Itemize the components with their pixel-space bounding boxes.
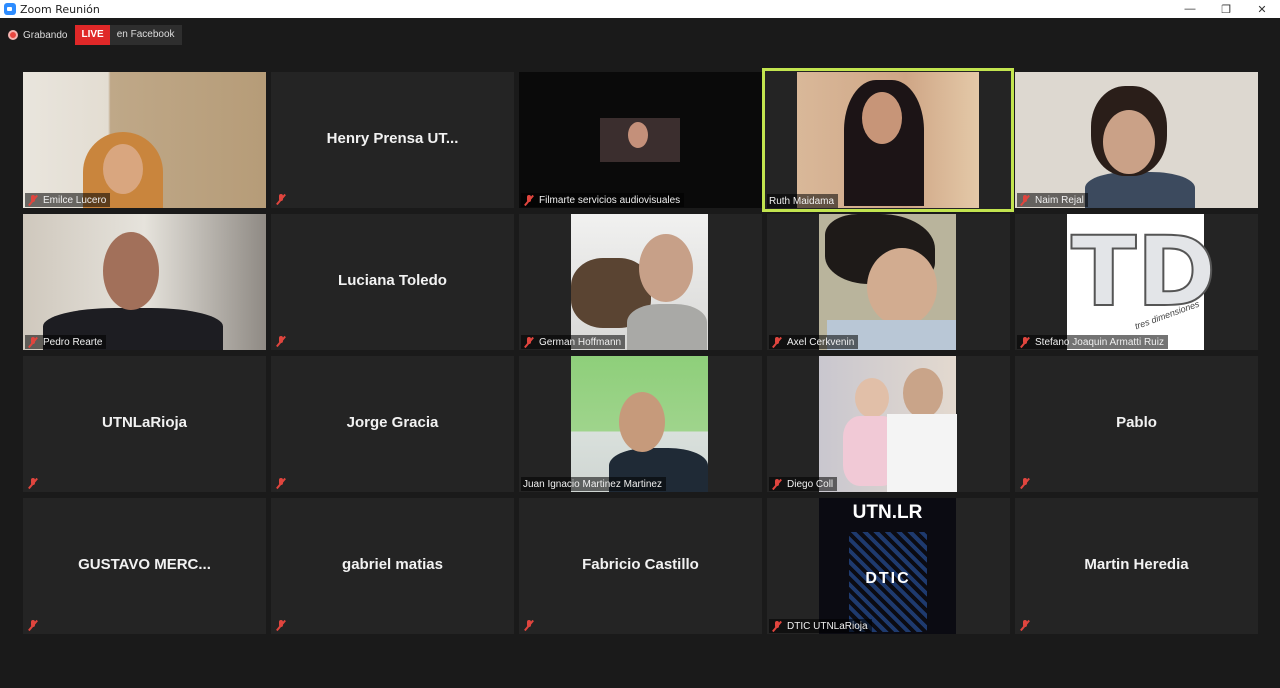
video-tile-filmarte[interactable]: Filmarte servicios audiovisuales	[519, 72, 762, 208]
participant-name: Jorge Gracia	[346, 414, 439, 431]
mic-muted-icon	[275, 335, 287, 347]
video-tile-ruth-maidama[interactable]: Ruth Maidama	[762, 68, 1014, 212]
recording-label: Grabando	[23, 29, 68, 41]
mic-muted-icon	[27, 194, 39, 206]
participant-face	[862, 92, 902, 144]
mic-muted-icon	[1019, 194, 1031, 206]
participant-name: Axel Cerkvenin	[787, 336, 855, 348]
video-tile-utnlarioja[interactable]: UTNLaRioja	[23, 356, 266, 492]
mic-muted-icon	[1019, 619, 1031, 631]
child-face	[855, 378, 889, 418]
participant-name-tag: Naim Rejal	[1017, 193, 1088, 207]
video-tile-gabriel-matias[interactable]: gabriel matias	[271, 498, 514, 634]
participant-name: Fabricio Castillo	[582, 556, 699, 573]
participant-name: Ruth Maidama	[769, 195, 835, 207]
close-button[interactable]: ✕	[1244, 0, 1280, 18]
video-tile-martin-heredia[interactable]: Martin Heredia	[1015, 498, 1258, 634]
participant-name: DTIC UTNLaRioja	[787, 620, 868, 632]
participant-face	[628, 122, 648, 148]
video-tile-diego-coll[interactable]: Diego Coll	[767, 356, 1010, 492]
participant-name: Filmarte servicios audiovisuales	[539, 194, 681, 206]
video-tile-jorge-gracia[interactable]: Jorge Gracia	[271, 356, 514, 492]
mic-muted-icon	[275, 477, 287, 489]
participant-face	[103, 144, 143, 194]
participant-name: Emilce Lucero	[43, 194, 107, 206]
participant-name: Stefano Joaquin Armatti Ruiz	[1035, 336, 1164, 348]
window-title: Zoom Reunión	[20, 2, 100, 16]
video-tile-luciana-toledo[interactable]: Luciana Toledo	[271, 214, 514, 350]
participant-name: German Hoffmann	[539, 336, 622, 348]
participant-face	[867, 248, 937, 326]
participant-face	[1103, 110, 1155, 174]
participant-name-tag: Stefano Joaquin Armatti Ruiz	[1017, 335, 1168, 349]
zoom-app-icon	[4, 3, 16, 15]
participant-name-tag: Juan Ignacio Martinez Martinez	[521, 477, 666, 491]
mic-muted-icon	[1019, 336, 1031, 348]
participant-name: Pablo	[1116, 414, 1157, 431]
participant-name: GUSTAVO MERC...	[78, 556, 211, 573]
participant-name-tag: Axel Cerkvenin	[769, 335, 859, 349]
video-tile-henry-prensa[interactable]: Henry Prensa UT...	[271, 72, 514, 208]
live-destination[interactable]: en Facebook	[109, 25, 182, 45]
participant-name-tag: Filmarte servicios audiovisuales	[521, 193, 685, 207]
participant-name-tag: Emilce Lucero	[25, 193, 111, 207]
participant-name: Henry Prensa UT...	[326, 130, 459, 147]
video-tile-juan-martinez[interactable]: Juan Ignacio Martinez Martinez	[519, 356, 762, 492]
mic-muted-icon	[771, 336, 783, 348]
participant-name-tag: Pedro Rearte	[25, 335, 107, 349]
participant-face	[639, 234, 693, 302]
participant-name-tag: German Hoffmann	[521, 335, 626, 349]
live-badge[interactable]: LIVE	[75, 25, 110, 45]
mic-muted-icon	[275, 193, 287, 205]
recording-bar: Grabando LIVE en Facebook	[8, 25, 182, 45]
mic-muted-icon	[523, 194, 535, 206]
participant-name: UTNLaRioja	[101, 414, 187, 431]
mic-muted-icon	[523, 336, 535, 348]
minimize-button[interactable]: —	[1172, 0, 1208, 18]
video-tile-gustavo-merc[interactable]: GUSTAVO MERC...	[23, 498, 266, 634]
video-tile-pedro-rearte[interactable]: Pedro Rearte	[23, 214, 266, 350]
participant-shirt	[887, 414, 957, 492]
video-tile-dtic-utnlarioja[interactable]: UTN.LR DTIC DTIC UTNLaRioja	[767, 498, 1010, 634]
utn-logo-text: UTN.LR	[852, 502, 923, 523]
participant-name: Diego Coll	[787, 478, 834, 490]
mic-muted-icon	[523, 619, 535, 631]
participant-name-tag: DTIC UTNLaRioja	[769, 619, 872, 633]
participant-shirt	[627, 304, 707, 350]
video-tile-pablo[interactable]: Pablo	[1015, 356, 1258, 492]
video-tile-emilce-lucero[interactable]: Emilce Lucero	[23, 72, 266, 208]
participant-name-tag: Ruth Maidama	[767, 194, 839, 208]
video-tile-stefano-armatti[interactable]: TD tres dimensiones Stefano Joaquin Arma…	[1015, 214, 1258, 350]
video-tile-german-hoffmann[interactable]: German Hoffmann	[519, 214, 762, 350]
mic-muted-icon	[27, 477, 39, 489]
participant-name: Juan Ignacio Martinez Martinez	[523, 478, 662, 490]
mic-muted-icon	[771, 478, 783, 490]
mic-muted-icon	[27, 619, 39, 631]
participant-name: Naim Rejal	[1035, 194, 1084, 206]
video-tile-axel-cerkvenin[interactable]: Axel Cerkvenin	[767, 214, 1010, 350]
participant-name: Luciana Toledo	[338, 272, 447, 289]
participant-shirt	[1085, 172, 1195, 208]
mic-muted-icon	[275, 619, 287, 631]
participant-face	[619, 392, 665, 452]
mic-muted-icon	[27, 336, 39, 348]
participant-name: Pedro Rearte	[43, 336, 103, 348]
video-tile-naim-rejal[interactable]: Naim Rejal	[1015, 72, 1258, 208]
title-bar: Zoom Reunión — ❐ ✕	[0, 0, 1280, 18]
restore-button[interactable]: ❐	[1208, 0, 1244, 18]
mic-muted-icon	[771, 620, 783, 632]
participant-name-tag: Diego Coll	[769, 477, 838, 491]
dtic-logo-text: DTIC	[865, 570, 911, 587]
participant-face	[103, 232, 159, 310]
mic-muted-icon	[1019, 477, 1031, 489]
recording-icon[interactable]	[8, 30, 18, 40]
participant-face	[903, 368, 943, 418]
video-tile-fabricio-castillo[interactable]: Fabricio Castillo	[519, 498, 762, 634]
participant-name: gabriel matias	[342, 556, 443, 573]
participant-name: Martin Heredia	[1084, 556, 1189, 573]
